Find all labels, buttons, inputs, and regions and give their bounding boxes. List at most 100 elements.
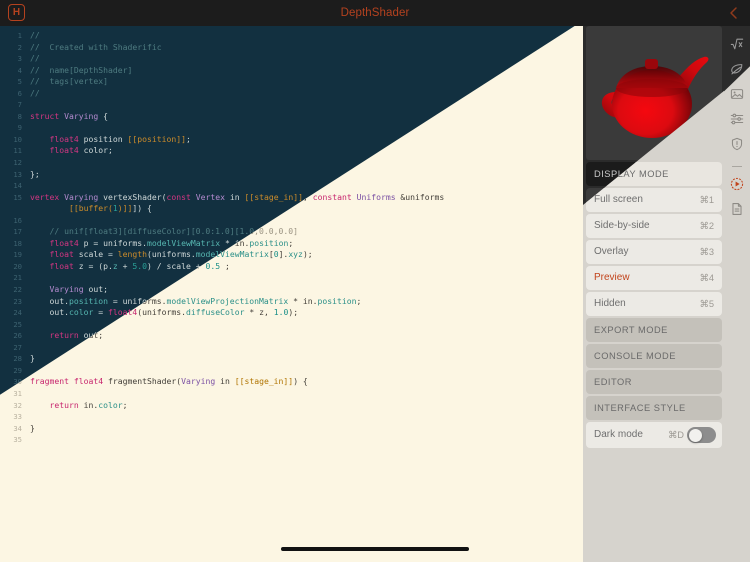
code-line: 32 return in.color; (0, 400, 583, 412)
menu-item-label: Overlay (594, 246, 629, 257)
toggle-knob (688, 428, 702, 442)
chevron-left-icon[interactable] (724, 3, 744, 23)
code-token: position (249, 237, 289, 248)
dark-mode-shortcut: ⌘D (667, 430, 684, 440)
shield-icon-light[interactable] (727, 134, 747, 154)
section-editor-light[interactable]: EDITOR (586, 370, 722, 394)
menu-item-label: Preview (594, 272, 630, 283)
menu-item-label: Side-by-side (594, 220, 650, 231)
code-token: (uniforms. (146, 249, 196, 260)
line-number: 21 (13, 273, 22, 283)
code-token: modelViewMatrix (146, 237, 221, 248)
code-token: &uniforms (395, 191, 445, 202)
code-token: )]] (117, 203, 133, 214)
line-number: 34 (13, 423, 22, 433)
line-number: 26 (13, 331, 22, 341)
line-number: 2 (17, 42, 22, 52)
line-number: 25 (13, 319, 22, 329)
sliders-icon-light[interactable] (727, 109, 747, 129)
section-console-mode-light[interactable]: CONSOLE MODE (586, 344, 722, 368)
code-token: return (49, 399, 79, 410)
code-token: z = (p. (73, 260, 113, 271)
code-token: modelViewProjectionMatrix (166, 295, 289, 306)
code-token: position (68, 295, 108, 306)
code-token: ; (220, 260, 230, 271)
code-token: color; (78, 145, 113, 156)
code-token: float4 (49, 145, 79, 156)
icon-rail-light (724, 66, 750, 562)
code-line: 4 // name[DepthShader] (0, 65, 583, 77)
code-token: struct (30, 110, 60, 121)
line-number: 18 (13, 238, 22, 248)
code-token: scale = (73, 249, 118, 260)
line-number: 35 (13, 435, 22, 445)
line-number: 22 (13, 285, 22, 295)
section-export-mode-light[interactable]: EXPORT MODE (586, 318, 722, 342)
code-token: const (166, 191, 191, 202)
image-icon-light[interactable] (727, 84, 747, 104)
line-number: 10 (13, 134, 22, 144)
code-token: } (30, 353, 35, 364)
display-mode-overlay-light[interactable]: Overlay ⌘3 (586, 240, 722, 264)
line-number: 8 (17, 111, 22, 121)
code-token: ]) { (132, 203, 152, 214)
code-token: vertex (30, 191, 60, 202)
page-title: DepthShader (340, 7, 410, 19)
code-line: 34} (0, 423, 583, 435)
code-line: 30fragment float4 fragmentShader(Varying… (0, 376, 583, 388)
menu-item-shortcut: ⌘5 (699, 299, 714, 309)
play-circle-icon-light[interactable] (727, 174, 747, 194)
code-token: [[position]] (127, 133, 186, 144)
code-token: // (30, 30, 40, 40)
dark-mode-row-light[interactable]: Dark mode ⌘D (586, 422, 722, 448)
title-bar: H DepthShader (0, 0, 750, 26)
code-line: 29​ (0, 365, 583, 377)
code-token: (uniforms. (137, 307, 186, 318)
code-token: float4 (49, 237, 79, 248)
code-token: in (215, 376, 235, 387)
code-token: ; (356, 295, 362, 306)
code-line: 33​ (0, 411, 583, 423)
dark-mode-toggle-light[interactable] (687, 427, 716, 443)
line-number: 14 (13, 181, 22, 191)
code-token: ; (122, 399, 128, 410)
code-token: color (68, 307, 94, 318)
sqrt-icon[interactable] (727, 34, 747, 54)
code-token: out; (83, 284, 108, 295)
code-token: fragment (30, 376, 69, 387)
code-token: p = uniforms. (78, 237, 147, 248)
display-mode-side-by-side-light[interactable]: Side-by-side ⌘2 (586, 214, 722, 238)
display-mode-preview-light[interactable]: Preview ⌘4 (586, 266, 722, 290)
document-icon-light[interactable] (727, 199, 747, 219)
code-token: color (98, 399, 123, 410)
code-token: + (117, 260, 133, 271)
code-token: // (30, 87, 40, 98)
display-mode-full-screen-light[interactable]: Full screen ⌘1 (586, 188, 722, 212)
code-token: Uniforms (356, 191, 396, 202)
code-token: float (49, 249, 74, 260)
code-token: // (30, 53, 40, 64)
section-interface-style-light[interactable]: INTERFACE STYLE (586, 396, 722, 420)
code-token: Varying (49, 284, 84, 295)
code-token: in (224, 191, 245, 202)
code-token: [[stage_in]] (244, 191, 303, 202)
line-number: 29 (13, 365, 22, 375)
code-token: in. (78, 399, 99, 410)
line-number: 27 (13, 342, 22, 352)
code-token: // Created with Shaderific (30, 41, 162, 52)
menu-item-shortcut: ⌘2 (699, 221, 714, 231)
display-mode-hidden-light[interactable]: Hidden ⌘5 (586, 292, 722, 316)
code-line: 27​ (0, 342, 583, 354)
line-number: 20 (13, 261, 22, 271)
code-token: xyz (288, 249, 303, 260)
code-token: 1.0 (273, 307, 289, 318)
menu-item-shortcut: ⌘4 (699, 273, 714, 283)
code-token: 0.5 (205, 260, 221, 271)
